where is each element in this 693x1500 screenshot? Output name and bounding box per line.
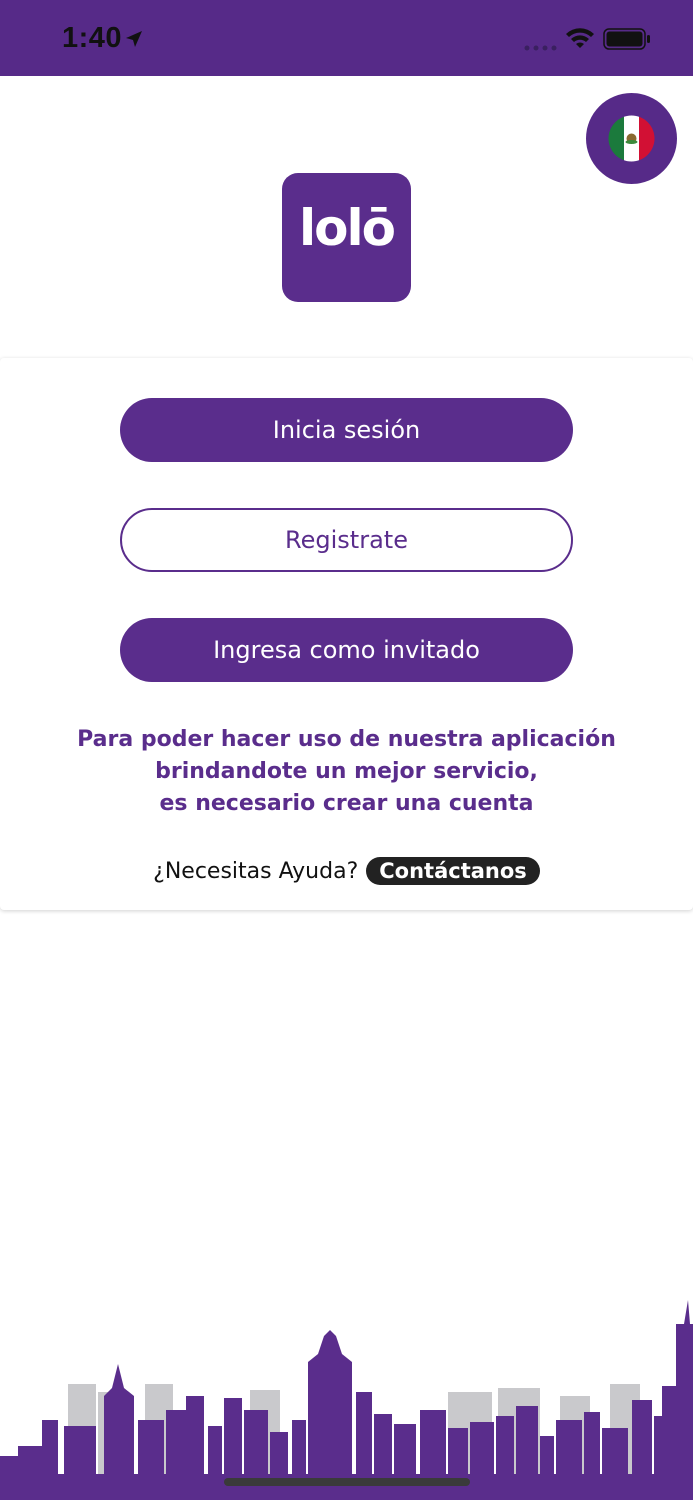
wifi-icon <box>566 28 594 48</box>
register-button-label: Registrate <box>285 526 408 554</box>
home-indicator[interactable] <box>224 1478 470 1486</box>
login-button-label: Inicia sesión <box>272 416 421 444</box>
login-button[interactable]: Inicia sesión <box>120 398 573 462</box>
location-arrow-icon <box>126 31 142 47</box>
status-bar: 1:40 <box>0 0 693 76</box>
info-line-1: Para poder hacer uso de nuestra aplicaci… <box>77 727 616 752</box>
info-line-2: brindandote un mejor servicio, <box>155 759 538 784</box>
language-selector-button[interactable] <box>586 93 677 184</box>
help-row: ¿Necesitas Ayuda? Contáctanos <box>0 855 693 887</box>
app-logo: lolō <box>282 173 411 302</box>
contact-button[interactable]: Contáctanos <box>366 857 540 885</box>
logo-text: lolō <box>299 199 396 257</box>
register-button[interactable]: Registrate <box>120 508 573 572</box>
guest-button[interactable]: Ingresa como invitado <box>120 618 573 682</box>
guest-button-label: Ingresa como invitado <box>213 636 480 664</box>
status-time: 1:40 <box>62 22 123 54</box>
info-line-3: es necesario crear una cuenta <box>159 791 534 816</box>
signal-icon <box>524 45 557 51</box>
battery-icon <box>603 28 650 50</box>
account-info-message: Para poder hacer uso de nuestra aplicaci… <box>40 724 653 820</box>
auth-card: Inicia sesión Registrate Ingresa como in… <box>0 358 693 910</box>
city-skyline-illustration <box>0 1300 693 1500</box>
mexico-flag-icon <box>608 115 655 162</box>
help-question: ¿Necesitas Ayuda? <box>153 858 359 884</box>
